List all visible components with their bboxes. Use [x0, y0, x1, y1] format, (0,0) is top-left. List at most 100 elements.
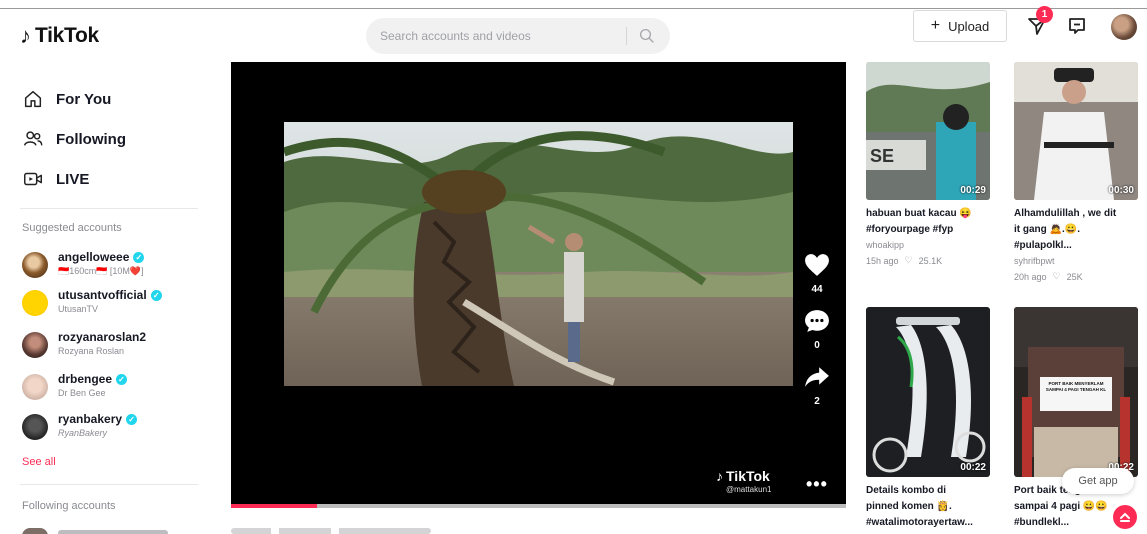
username-text: drbengee — [58, 372, 113, 386]
video-tags: #watalimotorayertaw... — [866, 517, 973, 528]
video-likes: 25.1K — [918, 255, 943, 266]
video-thumbnail[interactable]: 00:22 — [866, 307, 990, 477]
heart-outline-icon: ♡ — [1052, 271, 1061, 281]
video-author: syhrifbpwt — [1014, 256, 1055, 266]
users-icon — [24, 131, 43, 146]
thumbnail-image — [866, 307, 990, 477]
search-input[interactable] — [380, 26, 620, 46]
share-count: 2 — [814, 396, 820, 407]
video-card[interactable]: PORT BAIK MENYERLAM SAMPAI 4 PAGI TENGAH… — [1014, 307, 1138, 531]
avatar — [22, 374, 48, 400]
heart-icon — [805, 254, 829, 276]
video-frame[interactable] — [284, 122, 793, 386]
nav-live[interactable]: LIVE — [22, 168, 89, 190]
thumbnail-overlay-text: PORT BAIK MENYERLAM SAMPAI 4 PAGI TENGAH… — [1045, 381, 1107, 392]
caption-placeholder — [231, 528, 431, 534]
video-thumbnail[interactable]: SE 00:29 — [866, 62, 990, 200]
account-nickname: RyanBakery — [58, 428, 108, 438]
verified-icon: ✓ — [150, 289, 162, 301]
video-author: whoakipp — [866, 240, 905, 250]
nav-label: For You — [56, 90, 112, 108]
get-app-button[interactable]: Get app — [1062, 468, 1134, 494]
upload-label: Upload — [948, 18, 990, 34]
video-card[interactable]: 00:30 Alhamdulillah , we dit it gang 🙇.😀… — [1014, 62, 1138, 282]
scroll-to-top-button[interactable] — [1113, 505, 1137, 529]
comment-action[interactable]: 0 — [800, 309, 834, 351]
see-all-link[interactable]: See all — [22, 456, 56, 468]
video-caption-line2: it gang 🙇.😀. — [1014, 224, 1081, 235]
username-text: rozyanaroslan2 — [58, 330, 147, 344]
verified-icon: ✓ — [116, 373, 128, 385]
account-nickname: Rozyana Roslan — [58, 346, 125, 356]
account-item[interactable]: drbengee ✓ Dr Ben Gee — [22, 372, 212, 406]
account-username: ryanbakery ✓ — [58, 412, 138, 426]
profile-avatar[interactable] — [1111, 14, 1137, 40]
svg-text:SE: SE — [870, 146, 894, 166]
video-tags: #pulapolkl... — [1014, 240, 1072, 251]
nav-for-you[interactable]: For You — [22, 88, 111, 110]
video-card[interactable]: SE 00:29 habuan buat kacau 😝 #foryourpag… — [866, 62, 990, 266]
video-caption: habuan buat kacau 😝 — [866, 208, 972, 219]
account-nickname: Dr Ben Gee — [58, 388, 106, 398]
video-caption-partial — [231, 520, 531, 534]
plus-icon: + — [930, 17, 941, 34]
video-thumbnail[interactable]: PORT BAIK MENYERLAM SAMPAI 4 PAGI TENGAH… — [1014, 307, 1138, 477]
video-duration: 00:29 — [960, 185, 986, 196]
video-time: 15h ago — [866, 255, 899, 266]
avatar — [22, 252, 48, 278]
watermark-title: ♪ TikTok — [716, 468, 771, 484]
video-thumbnail[interactable]: 00:30 — [1014, 62, 1138, 200]
nav-following[interactable]: Following — [22, 128, 126, 150]
divider — [20, 208, 198, 209]
account-username-partial — [58, 530, 168, 534]
username-text: ryanbakery — [58, 412, 123, 426]
account-nickname: 🇮🇩160cm🇮🇩 [10M❤️] — [58, 266, 144, 276]
tiktok-note-icon: ♪ — [20, 23, 31, 48]
video-card[interactable]: 00:22 Details kombo di pinned komen 👸. #… — [866, 307, 990, 531]
browser-chrome-edge — [0, 0, 1147, 9]
video-likes: 25K — [1066, 271, 1083, 282]
avatar — [22, 290, 48, 316]
video-stats: 15h ago ♡ 25.1K — [866, 255, 990, 266]
upload-button[interactable]: + Upload — [913, 10, 1007, 42]
avatar — [22, 414, 48, 440]
video-tags: #foryourpage #fyp — [866, 224, 954, 235]
account-username: drbengee ✓ — [58, 372, 128, 386]
verified-icon: ✓ — [126, 413, 138, 425]
video-player[interactable] — [231, 62, 846, 506]
avatar — [22, 528, 48, 534]
account-item[interactable]: angelloweee ✓ 🇮🇩160cm🇮🇩 [10M❤️] — [22, 250, 212, 284]
search-divider — [626, 27, 627, 45]
search-box — [366, 18, 670, 54]
share-icon — [805, 367, 829, 387]
more-options-icon[interactable]: ••• — [806, 474, 828, 495]
account-username: rozyanaroslan2 — [58, 330, 146, 344]
heart-outline-icon: ♡ — [904, 255, 913, 265]
nav-label: LIVE — [56, 170, 90, 188]
account-item[interactable]: rozyanaroslan2 Rozyana Roslan — [22, 330, 212, 364]
inbox-icon[interactable] — [1065, 14, 1089, 38]
tiktok-watermark: ♪ TikTok @mattakun1 — [716, 468, 771, 494]
account-item[interactable]: utusantvofficial ✓ UtusanTV — [22, 288, 212, 322]
search-icon[interactable] — [638, 27, 656, 45]
watermark-brand: TikTok — [726, 468, 770, 484]
video-duration: 00:30 — [1108, 185, 1134, 196]
account-item[interactable]: ryanbakery ✓ RyanBakery — [22, 412, 212, 446]
avatar — [22, 332, 48, 358]
logo-text: TikTok — [35, 24, 99, 47]
account-username: angelloweee ✓ — [58, 250, 145, 264]
thumbnail-image — [1014, 62, 1138, 200]
following-accounts-title: Following accounts — [22, 500, 116, 512]
video-caption: Details kombo di — [866, 485, 947, 496]
video-time: 20h ago — [1014, 271, 1047, 282]
video-progress-bar[interactable] — [231, 504, 846, 508]
tiktok-logo[interactable]: ♪ TikTok — [20, 24, 99, 48]
arrow-up-icon — [1120, 512, 1130, 522]
share-action[interactable]: 2 — [800, 365, 834, 407]
watermark-username: @mattakun1 — [726, 485, 772, 494]
like-action[interactable]: 44 — [800, 253, 834, 295]
video-caption: Alhamdulillah , we dit — [1014, 208, 1117, 219]
comment-count: 0 — [814, 340, 820, 351]
like-count: 44 — [811, 284, 823, 295]
video-stats: 20h ago ♡ 25K — [1014, 271, 1138, 282]
